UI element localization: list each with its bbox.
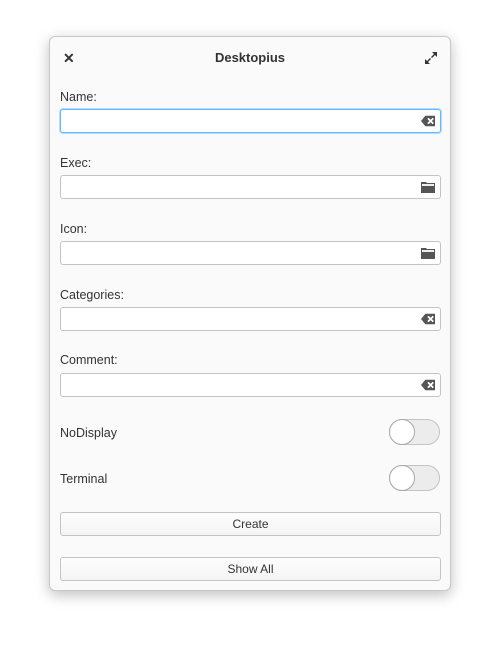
maximize-icon[interactable]	[424, 51, 438, 65]
icon-label: Icon:	[60, 222, 88, 236]
icon-input[interactable]	[67, 243, 411, 265]
nodisplay-toggle[interactable]	[389, 419, 440, 445]
app-window: ✕ Desktopius Name: Exec: Icon: Categorie…	[49, 36, 451, 591]
clear-icon[interactable]	[421, 313, 435, 325]
name-input[interactable]	[67, 111, 411, 133]
folder-icon[interactable]	[421, 181, 435, 193]
categories-field[interactable]	[60, 307, 441, 331]
clear-icon[interactable]	[421, 115, 435, 127]
toggle-knob	[389, 465, 415, 491]
create-button[interactable]: Create	[60, 512, 441, 536]
window-title: Desktopius	[214, 50, 286, 65]
nodisplay-label: NoDisplay	[60, 426, 117, 440]
exec-input[interactable]	[67, 177, 411, 199]
terminal-toggle[interactable]	[389, 465, 440, 491]
exec-label: Exec:	[60, 156, 92, 170]
show-all-button[interactable]: Show All	[60, 557, 441, 581]
folder-icon[interactable]	[421, 247, 435, 259]
comment-label: Comment:	[60, 353, 118, 367]
categories-label: Categories:	[60, 288, 124, 302]
name-field[interactable]	[60, 109, 441, 133]
icon-field[interactable]	[60, 241, 441, 265]
toggle-knob	[389, 419, 415, 445]
clear-icon[interactable]	[421, 379, 435, 391]
terminal-label: Terminal	[60, 472, 108, 486]
categories-input[interactable]	[67, 309, 411, 331]
comment-field[interactable]	[60, 373, 441, 397]
name-label: Name:	[60, 90, 97, 104]
exec-field[interactable]	[60, 175, 441, 199]
comment-input[interactable]	[67, 375, 411, 397]
